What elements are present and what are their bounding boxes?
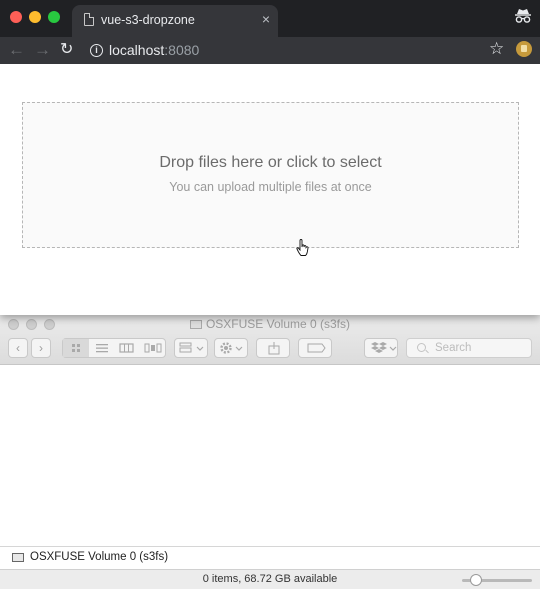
- info-icon[interactable]: i: [90, 44, 103, 57]
- finder-back-button[interactable]: ‹: [8, 338, 28, 358]
- maximize-window-button[interactable]: [48, 11, 60, 23]
- finder-toolbar: OSXFUSE Volume 0 (s3fs) ‹ › Search: [0, 313, 540, 365]
- browser-toolbar: ← → ↻ i localhost:8080: [0, 37, 540, 64]
- status-text: 0 items, 68.72 GB available: [202, 573, 338, 585]
- finder-window-title: OSXFUSE Volume 0 (s3fs): [0, 317, 540, 331]
- drive-icon: [12, 553, 24, 562]
- drive-icon: [189, 320, 202, 329]
- bookmark-star-icon[interactable]: ☆: [489, 38, 504, 60]
- file-dropzone[interactable]: Drop files here or click to select You c…: [22, 102, 519, 248]
- page-content: Drop files here or click to select You c…: [0, 64, 540, 315]
- finder-window: OSXFUSE Volume 0 (s3fs) ‹ › Search OSXFU…: [0, 313, 540, 589]
- path-bar-item[interactable]: OSXFUSE Volume 0 (s3fs): [30, 551, 168, 563]
- share-icon: [268, 342, 280, 355]
- minimize-window-button[interactable]: [29, 11, 41, 23]
- dropzone-subtitle: You can upload multiple files at once: [169, 180, 372, 194]
- tab-close-button[interactable]: ×: [262, 11, 270, 27]
- url-port: :8080: [164, 42, 200, 58]
- dropzone-title: Drop files here or click to select: [159, 154, 382, 171]
- hand-pointer-cursor-icon: [296, 239, 309, 256]
- browser-titlebar: vue-s3-dropzone ×: [0, 0, 540, 37]
- icon-size-slider-knob[interactable]: [470, 574, 482, 586]
- view-mode-segmented-control: [62, 338, 166, 358]
- finder-forward-button[interactable]: ›: [31, 338, 51, 358]
- tag-icon: [307, 343, 326, 353]
- url-text: localhost:8080: [109, 42, 199, 58]
- arrange-button[interactable]: [174, 338, 208, 358]
- finder-search-field[interactable]: Search: [406, 338, 532, 358]
- document-icon: [84, 13, 94, 26]
- dropbox-icon: [371, 342, 397, 353]
- extension-icon[interactable]: [516, 41, 532, 57]
- share-button[interactable]: [256, 338, 290, 358]
- finder-status-bar: 0 items, 68.72 GB available: [0, 569, 540, 589]
- action-gear-button[interactable]: [214, 338, 248, 358]
- url-host: localhost: [109, 42, 165, 58]
- back-button[interactable]: ←: [8, 39, 25, 61]
- view-modes-icons: [63, 339, 162, 357]
- finder-path-bar: OSXFUSE Volume 0 (s3fs): [0, 546, 540, 569]
- finder-file-list[interactable]: [0, 366, 540, 546]
- tags-button[interactable]: [298, 338, 332, 358]
- reload-button[interactable]: ↻: [60, 39, 73, 61]
- arrange-grid-icon: [179, 342, 204, 353]
- search-icon: [417, 343, 426, 352]
- browser-window: vue-s3-dropzone × ← → ↻ i localhost:8080…: [0, 0, 540, 315]
- forward-button[interactable]: →: [34, 39, 51, 61]
- finder-title-text: OSXFUSE Volume 0 (s3fs): [205, 317, 351, 331]
- close-window-button[interactable]: [10, 11, 22, 23]
- tab-title: vue-s3-dropzone: [101, 13, 195, 27]
- dropbox-button[interactable]: [364, 338, 398, 358]
- search-placeholder: Search: [435, 342, 472, 354]
- browser-tab[interactable]: vue-s3-dropzone ×: [72, 5, 278, 37]
- gear-icon: [220, 342, 243, 354]
- address-bar[interactable]: i localhost:8080: [82, 38, 510, 63]
- incognito-icon: [515, 9, 531, 23]
